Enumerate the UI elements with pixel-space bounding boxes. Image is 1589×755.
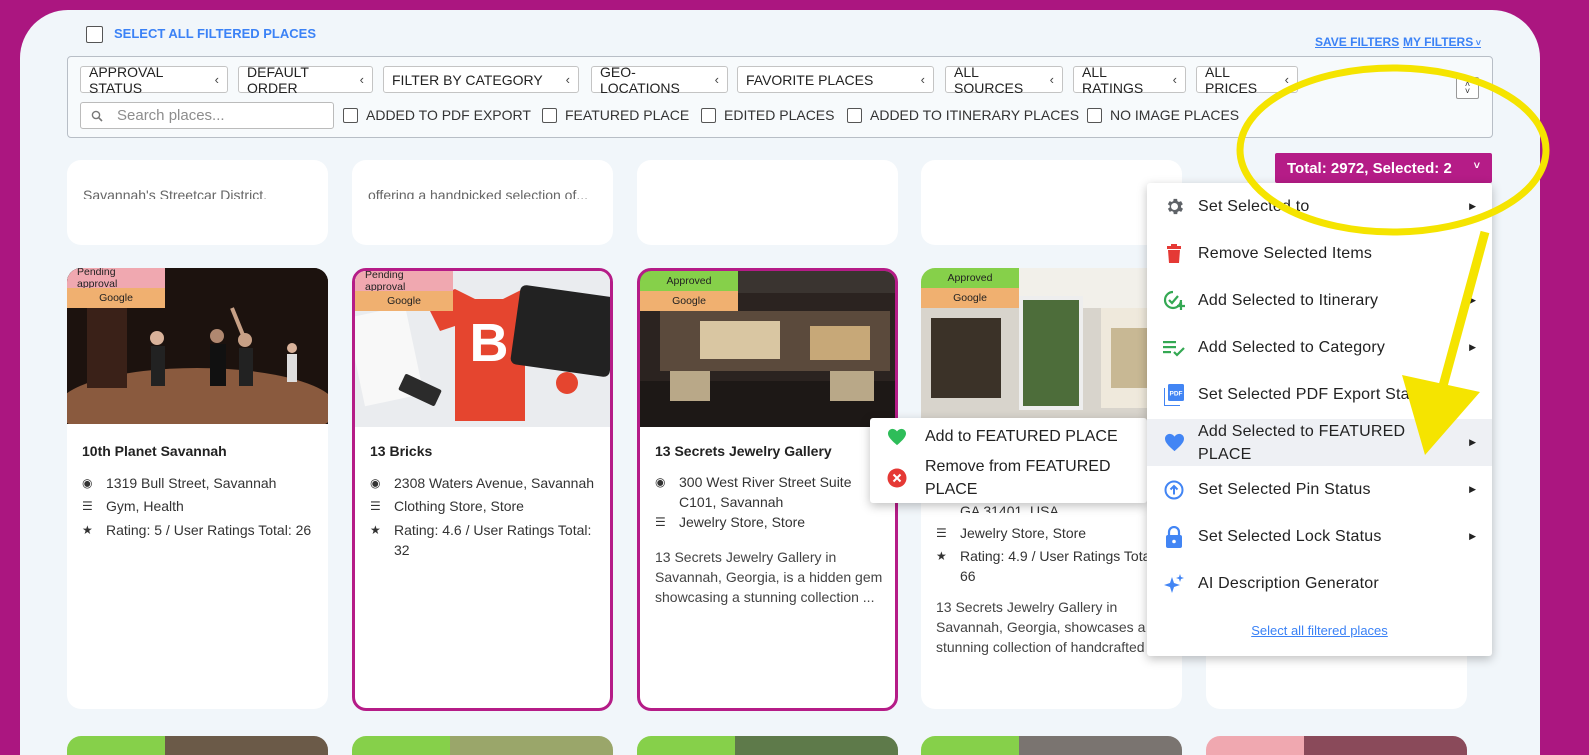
annotation-arrow-head: [1402, 375, 1480, 455]
annotation-arrow-shaft: [1432, 230, 1490, 410]
highlight-ellipse: [1236, 64, 1550, 236]
annotation-overlay: [1236, 64, 1550, 455]
